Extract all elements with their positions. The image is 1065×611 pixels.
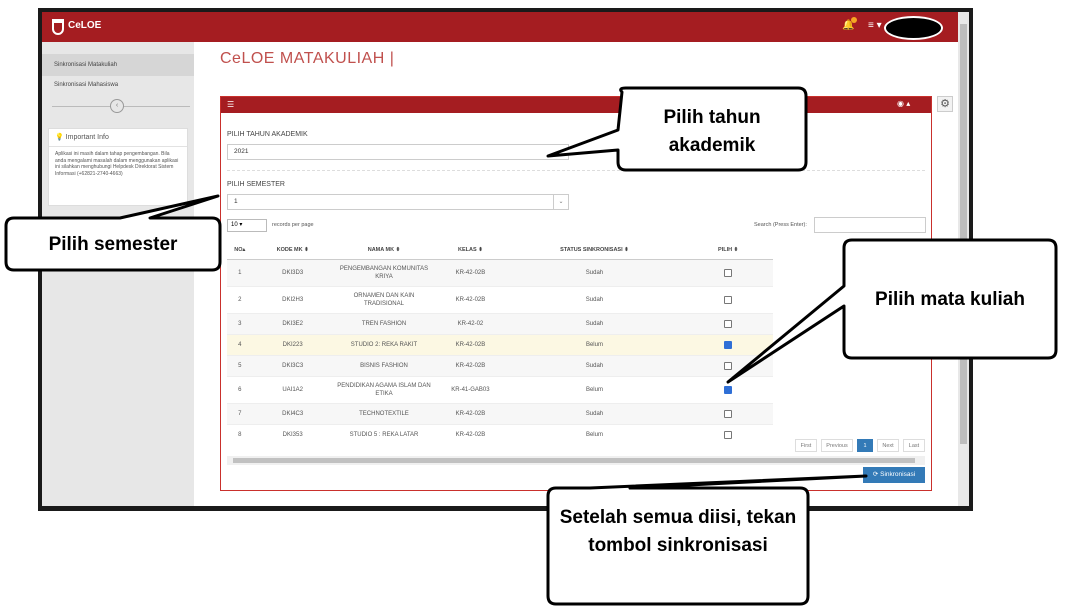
callout-matkul-text: Pilih mata kuliah (875, 289, 1025, 310)
callout-semester-text: Pilih semester (48, 234, 178, 255)
callout-tahun-text: Pilih tahun akademik (663, 107, 761, 156)
callout-sync-text: Setelah semua diisi, tekan tombol sinkro… (559, 507, 797, 556)
